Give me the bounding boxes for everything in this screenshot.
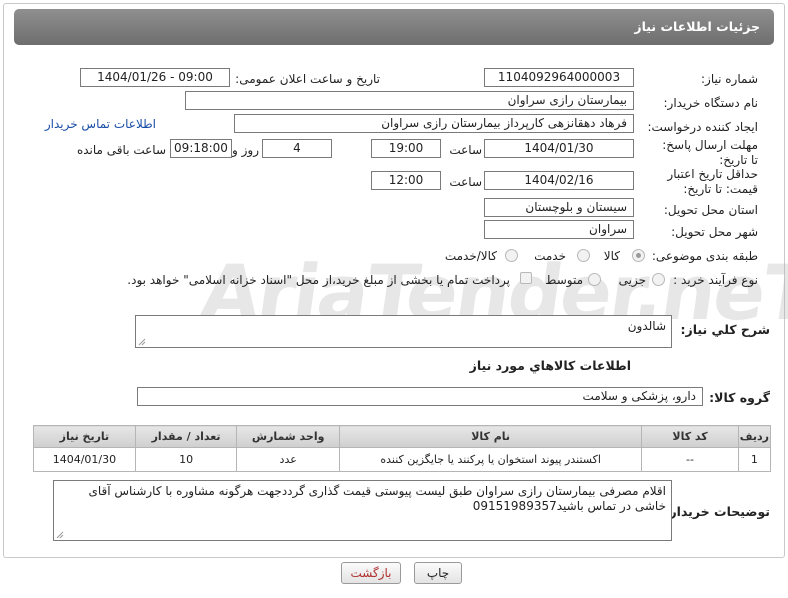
request-creator-label: ایجاد کننده درخواست: xyxy=(647,120,758,134)
goods-group-label: گروه کالا: xyxy=(709,390,770,405)
subject-class-label: طبقه بندی موضوعی: xyxy=(651,249,758,263)
delivery-province-label: استان محل تحویل: xyxy=(663,203,758,217)
col-goods-name: نام کالا xyxy=(338,425,643,448)
price-validity-hour-label: ساعت xyxy=(449,175,482,189)
buyer-org-field: بیمارستان رازی سراوان xyxy=(185,91,634,110)
back-button[interactable]: بازگشت xyxy=(341,562,401,584)
price-validity-time-field: 12:00 xyxy=(371,171,441,190)
print-button[interactable]: چاپ xyxy=(414,562,462,584)
delivery-city-field: سراوان xyxy=(484,220,634,239)
cell-goods-code: -- xyxy=(641,447,739,472)
general-description-label: شرح کلي نياز: xyxy=(680,322,770,337)
buyer-notes-field: اقلام مصرفی بیمارستان رازی سراوان طبق لی… xyxy=(53,480,672,541)
general-description-text: شالدون xyxy=(627,319,666,333)
payment-note: پرداخت تمام یا بخشی از مبلغ خرید،از محل … xyxy=(127,273,510,287)
hours-remaining-label: ساعت باقی مانده xyxy=(76,143,166,157)
cell-need-date: 1404/01/30 xyxy=(33,447,136,472)
subject-radio-goods[interactable] xyxy=(632,249,645,262)
price-validity-label: حداقل تاریخ اعتبار قیمت: تا تاریخ: xyxy=(667,167,758,196)
reply-deadline-label: مهلت ارسال پاسخ: تا تاریخ: xyxy=(662,138,758,167)
goods-group-field: دارو، پزشکی و سلامت xyxy=(137,387,703,406)
resize-grip-icon[interactable] xyxy=(138,338,146,346)
subject-radio-service[interactable] xyxy=(577,249,590,262)
items-info-heading: اطلاعات کالاهاي مورد نياز xyxy=(469,358,631,373)
purchase-process-label: نوع فرآیند خرید : xyxy=(673,273,758,287)
remaining-time-field: 09:18:00 xyxy=(170,139,232,158)
delivery-province-field: سیستان و بلوچستان xyxy=(484,198,634,217)
delivery-city-label: شهر محل تحویل: xyxy=(671,225,758,239)
days-field: 4 xyxy=(262,139,332,158)
need-number-field: 1104092964000003 xyxy=(484,68,634,87)
items-table: ردیف کد کالا نام کالا واحد شمارش تعداد /… xyxy=(33,425,772,472)
buyer-contact-link[interactable]: اطلاعات تماس خریدار xyxy=(45,117,156,131)
reply-hour-label: ساعت xyxy=(449,143,482,157)
resize-grip-icon[interactable] xyxy=(56,531,64,539)
cell-quantity: 10 xyxy=(134,447,238,472)
col-need-date: تاریخ نیاز xyxy=(33,425,136,448)
table-row: 1 -- اکستندر پیوند استخوان یا پرکنند یا … xyxy=(33,447,772,472)
col-unit: واحد شمارش xyxy=(236,425,340,448)
col-quantity: تعداد / مقدار xyxy=(134,425,238,448)
cell-unit: عدد xyxy=(236,447,340,472)
process-option-minor: جزیی xyxy=(618,273,646,287)
buyer-notes-text: اقلام مصرفی بیمارستان رازی سراوان طبق لی… xyxy=(88,484,666,513)
col-goods-code: کد کالا xyxy=(641,425,739,448)
subject-radio-goods-service[interactable] xyxy=(505,249,518,262)
request-creator-field: فرهاد دهقانزهی کارپرداز بیمارستان رازی س… xyxy=(234,114,634,133)
price-validity-date-field: 1404/02/16 xyxy=(484,171,634,190)
subject-option-goods: کالا xyxy=(603,249,620,263)
treasury-bonds-checkbox[interactable] xyxy=(520,272,532,284)
announce-datetime-field: 1404/01/26 - 09:00 xyxy=(80,68,230,87)
subject-option-goods-service: کالا/خدمت xyxy=(444,249,497,263)
buyer-notes-label: توضیحات خریدار: xyxy=(664,504,770,519)
subject-option-service: خدمت xyxy=(534,249,566,263)
cell-row-number: 1 xyxy=(737,447,772,472)
reply-time-field: 19:00 xyxy=(371,139,441,158)
process-option-medium: متوسط xyxy=(545,273,583,287)
col-row-number: ردیف xyxy=(737,425,772,448)
buyer-org-label: نام دستگاه خریدار: xyxy=(663,96,759,110)
general-description-field: شالدون xyxy=(135,315,672,348)
page-title: جزئیات اطلاعات نیاز xyxy=(14,9,774,45)
table-header-row: ردیف کد کالا نام کالا واحد شمارش تعداد /… xyxy=(33,425,772,448)
need-number-label: شماره نیاز: xyxy=(701,72,758,86)
days-and-label: روز و xyxy=(232,143,259,157)
announce-datetime-label: تاریخ و ساعت اعلان عمومی: xyxy=(235,72,380,86)
process-radio-minor[interactable] xyxy=(652,273,665,286)
process-radio-medium[interactable] xyxy=(588,273,601,286)
cell-goods-name: اکستندر پیوند استخوان یا پرکنند یا جایگز… xyxy=(338,447,643,472)
reply-date-field: 1404/01/30 xyxy=(484,139,634,158)
